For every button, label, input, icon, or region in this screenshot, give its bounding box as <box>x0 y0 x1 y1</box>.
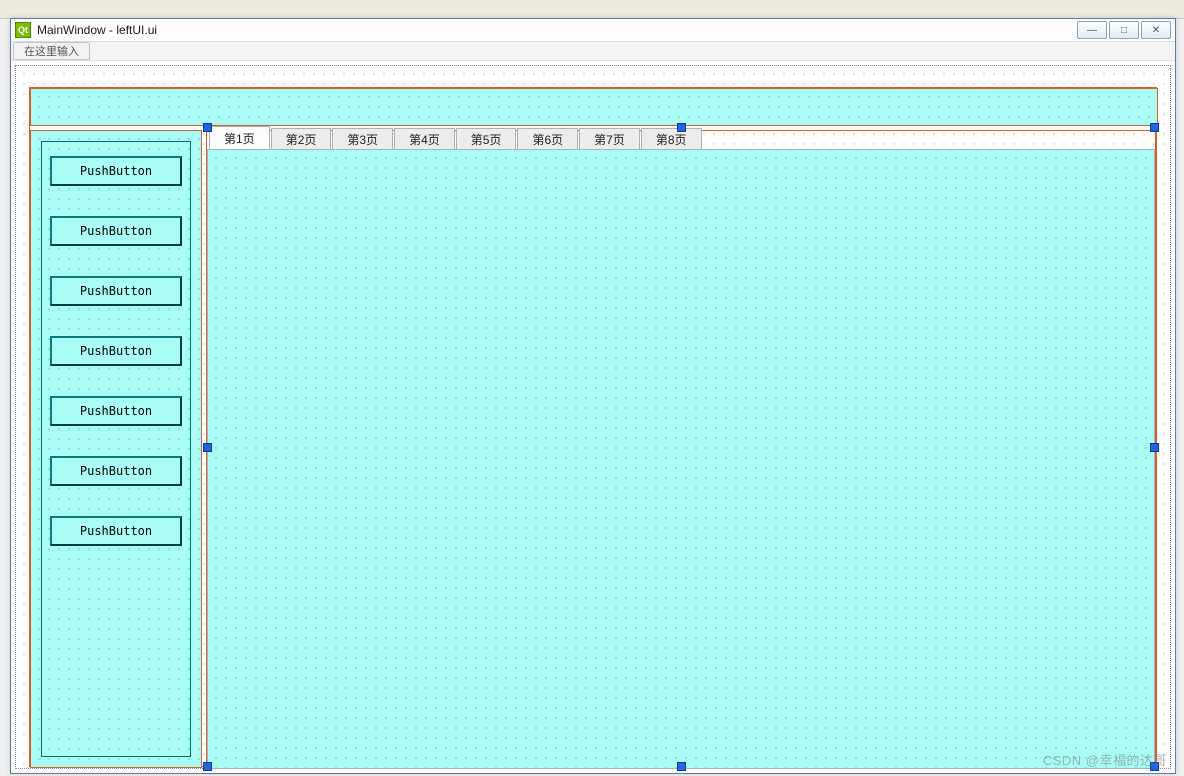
tab-page-1[interactable]: 第1页 <box>209 126 270 149</box>
menubar: 在这里输入 <box>11 42 1175 61</box>
push-button-7[interactable]: PushButton <box>50 516 182 546</box>
selection-handle-icon[interactable] <box>203 123 212 132</box>
tab-widget[interactable]: 第1页 第2页 第3页 第4页 第5页 第6页 第7页 第8页 <box>207 127 1155 767</box>
tab-page-8[interactable]: 第8页 <box>641 128 702 149</box>
selection-handle-icon[interactable] <box>1150 443 1159 452</box>
central-widget-layout: PushButton PushButton PushButton PushBut… <box>29 87 1157 767</box>
left-panel[interactable]: PushButton PushButton PushButton PushBut… <box>30 130 202 768</box>
maximize-button[interactable]: □ <box>1109 21 1139 39</box>
header-frame[interactable] <box>30 88 1158 126</box>
tab-page-4[interactable]: 第4页 <box>394 128 455 149</box>
right-panel[interactable]: 第1页 第2页 第3页 第4页 第5页 第6页 第7页 第8页 <box>206 130 1156 768</box>
selection-handle-icon[interactable] <box>1150 123 1159 132</box>
ide-toolbar-strip <box>0 0 1184 19</box>
main-row: PushButton PushButton PushButton PushBut… <box>30 130 1156 768</box>
tab-page-7[interactable]: 第7页 <box>579 128 640 149</box>
tab-page-3[interactable]: 第3页 <box>332 128 393 149</box>
push-button-6[interactable]: PushButton <box>50 456 182 486</box>
selection-handle-icon[interactable] <box>203 443 212 452</box>
minimize-button[interactable]: — <box>1077 21 1107 39</box>
selection-handle-icon[interactable] <box>203 762 212 771</box>
watermark-text: CSDN @幸福的达哥 <box>1043 750 1167 769</box>
selection-handle-icon[interactable] <box>677 123 686 132</box>
qt-logo-icon: Qt <box>15 22 31 38</box>
design-canvas[interactable]: PushButton PushButton PushButton PushBut… <box>11 61 1175 773</box>
tab-page-6[interactable]: 第6页 <box>517 128 578 149</box>
button-column: PushButton PushButton PushButton PushBut… <box>42 142 190 560</box>
tab-page-5[interactable]: 第5页 <box>456 128 517 149</box>
push-button-4[interactable]: PushButton <box>50 336 182 366</box>
tab-content-area[interactable] <box>207 149 1155 769</box>
subwindow-titlebar[interactable]: Qt MainWindow - leftUI.ui — □ ✕ <box>11 19 1175 42</box>
tab-page-2[interactable]: 第2页 <box>271 128 332 149</box>
subwindow-title: MainWindow - leftUI.ui <box>37 23 1077 37</box>
push-button-2[interactable]: PushButton <box>50 216 182 246</box>
designer-subwindow: Qt MainWindow - leftUI.ui — □ ✕ 在这里输入 Pu… <box>10 18 1176 774</box>
push-button-3[interactable]: PushButton <box>50 276 182 306</box>
push-button-5[interactable]: PushButton <box>50 396 182 426</box>
push-button-1[interactable]: PushButton <box>50 156 182 186</box>
close-button[interactable]: ✕ <box>1141 21 1171 39</box>
menu-placeholder[interactable]: 在这里输入 <box>13 42 90 60</box>
left-inner-frame: PushButton PushButton PushButton PushBut… <box>41 141 191 757</box>
selection-handle-icon[interactable] <box>677 762 686 771</box>
